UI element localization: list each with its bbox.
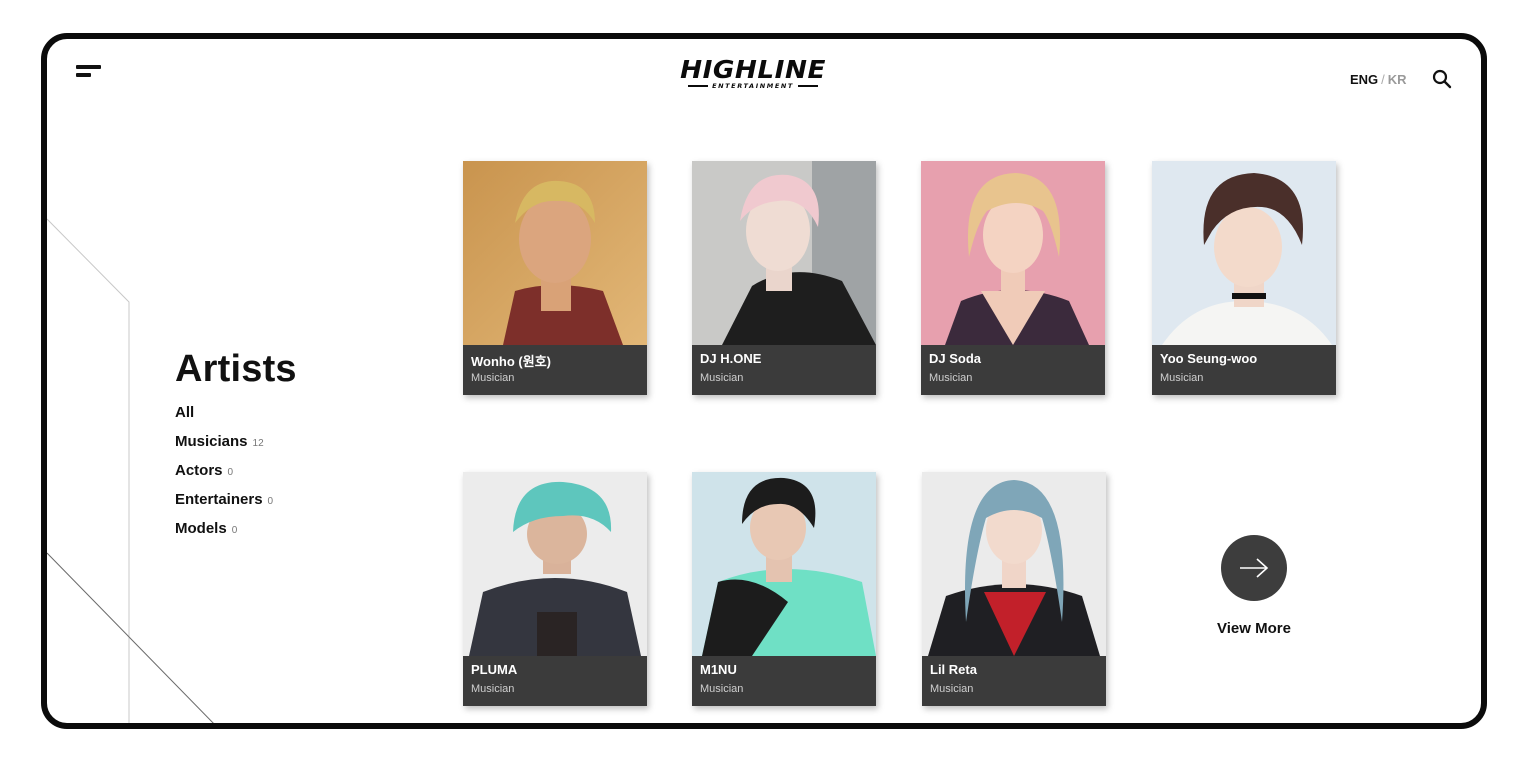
- artist-role: Musician: [700, 683, 744, 695]
- filter-label: All: [175, 404, 195, 421]
- artist-card[interactable]: M1NU Musician: [692, 472, 876, 706]
- filter-musicians[interactable]: Musicians 12: [175, 433, 273, 462]
- category-filter-list: All Musicians 12 Actors 0 Entertainers 0 Mo…: [175, 404, 273, 549]
- search-icon[interactable]: [1432, 69, 1452, 89]
- artist-card[interactable]: Lil Reta Musician: [922, 472, 1106, 706]
- artist-photo: [692, 161, 876, 345]
- artist-role: Musician: [471, 372, 515, 384]
- filter-count: 0: [227, 467, 234, 478]
- artist-role: Musician: [700, 372, 744, 384]
- page-title: Artists: [175, 348, 297, 390]
- artist-name: Yoo Seung-woo: [1160, 351, 1258, 366]
- artist-photo: [463, 161, 647, 345]
- filter-label: Models: [175, 520, 227, 537]
- artist-role: Musician: [1160, 372, 1204, 384]
- browser-frame: HIGHLINE ENTERTAINMENT ENG / KR Artists Al…: [41, 33, 1487, 729]
- filter-label: Entertainers: [175, 491, 263, 508]
- filter-label: Actors: [175, 462, 223, 479]
- artist-photo: [922, 472, 1106, 656]
- artist-photo: [1152, 161, 1336, 345]
- filter-count: 12: [252, 438, 264, 449]
- filter-models[interactable]: Models 0: [175, 520, 273, 549]
- artist-role: Musician: [929, 372, 973, 384]
- artist-role: Musician: [471, 683, 515, 695]
- artist-photo: [921, 161, 1105, 345]
- view-more-circle[interactable]: [1221, 535, 1287, 601]
- artist-role: Musician: [930, 683, 974, 695]
- filter-label: Musicians: [175, 433, 248, 450]
- filter-count: 0: [231, 525, 238, 536]
- lang-eng-link[interactable]: ENG: [1350, 72, 1378, 87]
- lang-kr-link[interactable]: KR: [1388, 72, 1407, 87]
- view-more-button[interactable]: View More: [1191, 535, 1317, 637]
- artist-photo: [463, 472, 647, 656]
- artist-name: Lil Reta: [930, 662, 977, 677]
- artist-card[interactable]: DJ Soda Musician: [921, 161, 1105, 395]
- view-more-label: View More: [1217, 620, 1291, 637]
- logo-wordmark: HIGHLINE: [680, 55, 826, 84]
- artist-name: PLUMA: [471, 662, 518, 677]
- hamburger-menu-icon[interactable]: [76, 63, 102, 79]
- lang-separator: /: [1381, 72, 1385, 87]
- artist-card[interactable]: PLUMA Musician: [463, 472, 647, 706]
- artist-name: M1NU: [700, 662, 737, 677]
- filter-all[interactable]: All: [175, 404, 273, 433]
- filter-count: 0: [267, 496, 274, 507]
- artist-card[interactable]: DJ H.ONE Musician: [692, 161, 876, 395]
- artist-photo: [692, 472, 876, 656]
- artist-card[interactable]: Wonho (원호) Musician: [463, 161, 647, 395]
- filter-entertainers[interactable]: Entertainers 0: [175, 491, 273, 520]
- artist-card[interactable]: Yoo Seung-woo Musician: [1152, 161, 1336, 395]
- language-switcher: ENG / KR: [1350, 72, 1407, 87]
- artist-name: DJ Soda: [929, 351, 982, 366]
- artist-name: Wonho (원호): [471, 354, 551, 369]
- filter-actors[interactable]: Actors 0: [175, 462, 273, 491]
- artist-name: DJ H.ONE: [700, 351, 762, 366]
- highline-logo[interactable]: HIGHLINE ENTERTAINMENT: [673, 57, 833, 93]
- arrow-right-icon: [1240, 558, 1269, 578]
